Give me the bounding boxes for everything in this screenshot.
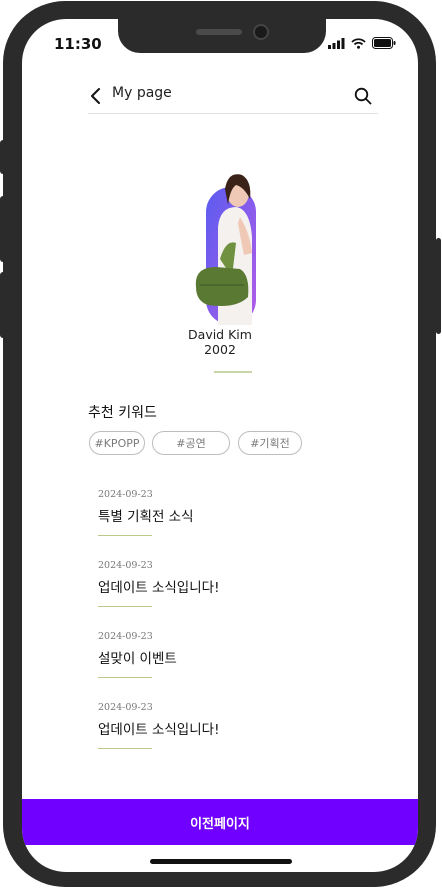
news-divider (98, 535, 152, 536)
back-arrow-icon[interactable] (88, 86, 106, 106)
keyword-tag-kpopp[interactable]: #KPOPP (89, 431, 145, 455)
news-divider (98, 606, 152, 607)
top-nav-bar: My page (88, 79, 378, 114)
news-title: 설맞이 이벤트 (98, 651, 177, 667)
previous-page-button[interactable]: 이전페이지 (22, 799, 418, 845)
profile-photo (195, 174, 256, 325)
keyword-tag-exhibition[interactable]: #기획전 (238, 431, 302, 455)
profile-year: 2002 (204, 342, 236, 357)
news-title: 업데이트 소식입니다! (98, 580, 220, 596)
phone-side-button-volume-down (0, 272, 6, 338)
news-date: 2024-09-23 (98, 489, 153, 500)
news-date: 2024-09-23 (98, 702, 153, 713)
notch (118, 19, 326, 53)
news-date: 2024-09-23 (98, 631, 153, 642)
news-title: 특별 기획전 소식 (98, 509, 194, 525)
home-indicator[interactable] (150, 859, 292, 864)
news-divider (98, 677, 152, 678)
keyword-section-title: 추천 키워드 (88, 405, 157, 421)
signal-icon (328, 37, 345, 49)
phone-side-button-power (436, 238, 441, 334)
search-icon[interactable] (354, 87, 372, 105)
wifi-icon (351, 37, 366, 49)
news-title: 업데이트 소식입니다! (98, 722, 220, 738)
keyword-tag-performance[interactable]: #공연 (152, 431, 230, 455)
page-title: My page (112, 85, 172, 101)
phone-side-button-volume-up (0, 196, 6, 262)
status-time: 11:30 (54, 35, 102, 53)
profile-name: David Kim (188, 327, 252, 342)
battery-icon (372, 37, 396, 49)
status-icons (328, 37, 396, 49)
profile-divider (214, 371, 252, 373)
app-screen: 11:30 My page David Kim 2002 추천 키워드 #KPO… (22, 19, 418, 872)
speaker-grille (196, 29, 242, 35)
phone-side-button-mute (0, 140, 6, 174)
news-date: 2024-09-23 (98, 560, 153, 571)
front-camera (255, 26, 267, 38)
news-divider (98, 748, 152, 749)
